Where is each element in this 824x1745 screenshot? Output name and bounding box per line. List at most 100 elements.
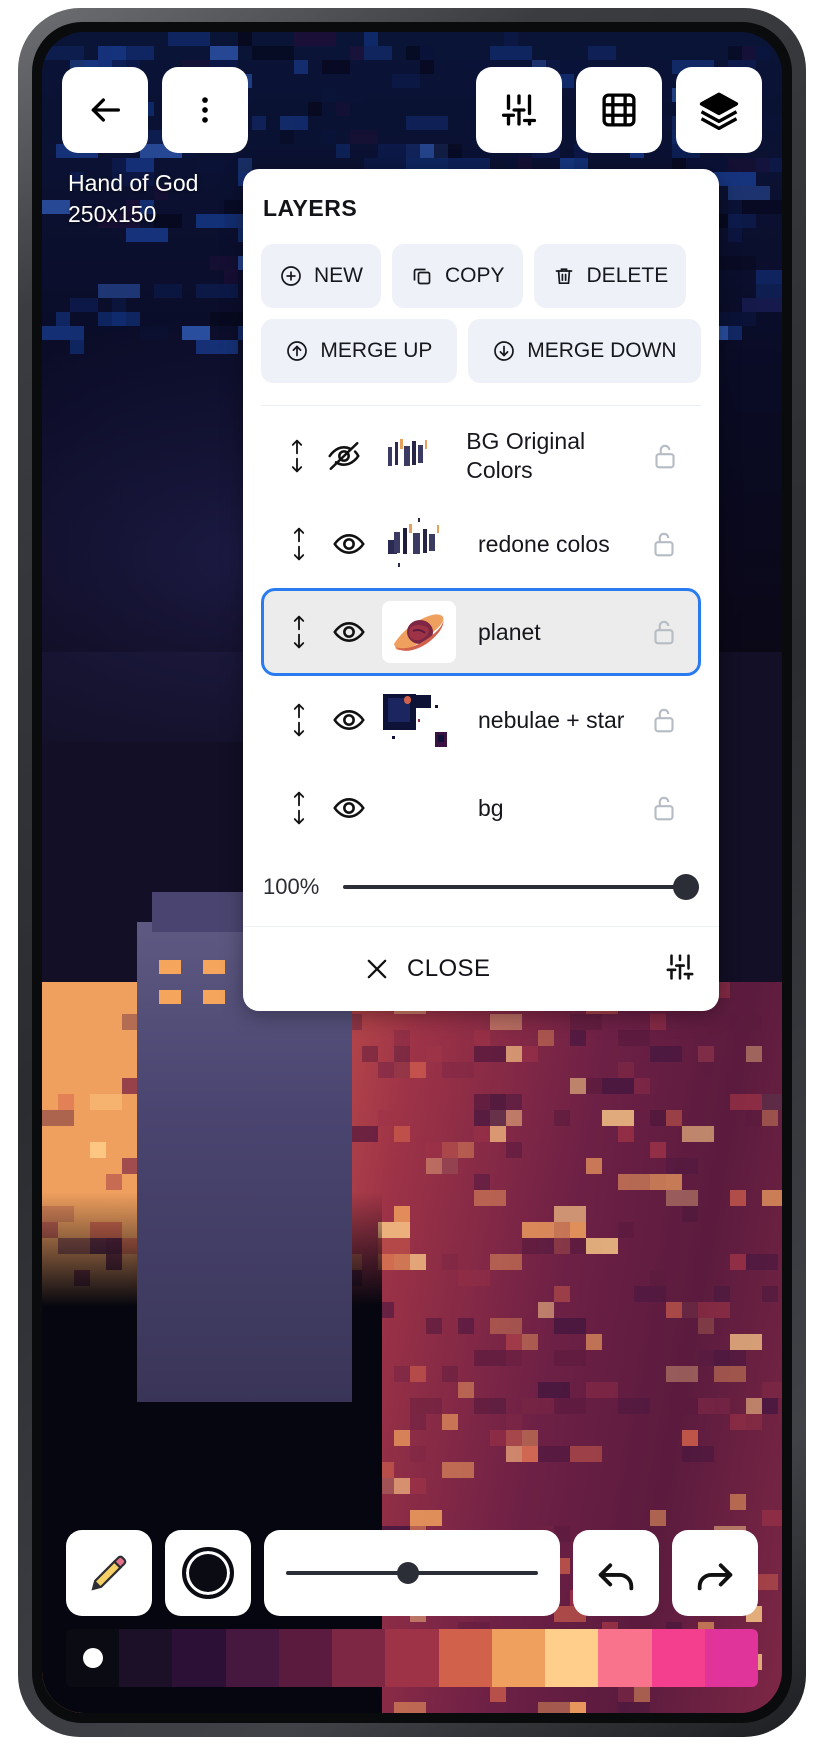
- current-color-swatch[interactable]: [182, 1547, 234, 1599]
- copy-icon: [413, 268, 431, 285]
- layer-list: BG Original Colors redone colos planet n…: [243, 406, 719, 852]
- up-down-arrows-icon: [293, 615, 305, 649]
- arrow-up-circle-icon: [287, 341, 308, 361]
- layer-thumbnail: [375, 425, 444, 487]
- adjustments-button[interactable]: [476, 67, 562, 153]
- layer-name: redone colos: [478, 530, 610, 557]
- undo-arrow-icon: [598, 1563, 634, 1591]
- trash-icon: [555, 268, 572, 285]
- layer-row[interactable]: nebulae + star: [261, 676, 701, 764]
- opacity-value-label: 100%: [263, 874, 320, 899]
- opacity-slider-knob[interactable]: [673, 874, 699, 900]
- unlock-icon: [654, 796, 674, 821]
- layer-row-selected[interactable]: planet: [261, 588, 701, 676]
- active-swatch-indicator: [82, 1648, 103, 1668]
- layer-thumbnail: [382, 601, 456, 663]
- bottom-toolbar: [42, 1530, 782, 1616]
- palette-swatch[interactable]: [278, 1629, 333, 1687]
- up-down-arrows-icon: [293, 703, 305, 737]
- film-strip-icon: [602, 93, 636, 127]
- delete-layer-button[interactable]: DELETE: [533, 244, 687, 308]
- layer-name: bg: [478, 794, 504, 821]
- new-layer-button[interactable]: NEW: [261, 244, 381, 308]
- eye-icon: [333, 534, 365, 554]
- unlock-icon: [654, 708, 674, 733]
- palette-swatch[interactable]: [704, 1629, 759, 1687]
- eye-icon: [333, 622, 365, 642]
- layer-lock-toggle[interactable]: [645, 441, 686, 471]
- layer-lock-toggle[interactable]: [642, 705, 686, 735]
- eye-off-icon: [328, 441, 360, 471]
- merge-up-button[interactable]: MERGE UP: [261, 319, 457, 383]
- layers-button[interactable]: [676, 67, 762, 153]
- brush-size-slider[interactable]: [264, 1530, 560, 1616]
- layer-row[interactable]: redone colos: [261, 500, 701, 588]
- panel-title: LAYERS: [263, 195, 358, 221]
- layer-visibility-toggle[interactable]: [322, 790, 376, 826]
- layer-row[interactable]: bg: [261, 764, 701, 852]
- undo-button[interactable]: [573, 1530, 659, 1616]
- layer-reorder-handle[interactable]: [276, 702, 322, 738]
- artwork-dimensions: 250x150: [68, 201, 157, 227]
- layer-visibility-toggle[interactable]: [322, 526, 376, 562]
- app-screen: Hand of God 250x150 LAYERS NEW COPY DELE…: [42, 32, 782, 1713]
- thumbnail-pixels: [375, 425, 444, 487]
- palette-swatch[interactable]: [598, 1629, 652, 1687]
- layer-visibility-toggle[interactable]: [319, 438, 369, 474]
- opacity-slider[interactable]: [343, 874, 699, 900]
- color-palette: [42, 1629, 782, 1687]
- brush-size-knob[interactable]: [396, 1562, 419, 1584]
- plus-circle-icon: [281, 266, 301, 286]
- redo-button[interactable]: [672, 1530, 758, 1616]
- color-picker-button[interactable]: [165, 1530, 251, 1616]
- copy-layer-button[interactable]: COPY: [392, 244, 523, 308]
- up-down-arrows-icon: [292, 439, 303, 473]
- layer-visibility-toggle[interactable]: [322, 702, 376, 738]
- more-vertical-icon: [202, 97, 208, 123]
- panel-footer: CLOSE: [243, 927, 719, 1011]
- palette-swatch[interactable]: [225, 1629, 279, 1687]
- unlock-icon: [654, 532, 674, 557]
- thumbnail-pixels: [382, 513, 456, 575]
- palette-swatch[interactable]: [385, 1629, 439, 1687]
- close-label: CLOSE: [407, 955, 491, 982]
- layer-lock-toggle[interactable]: [642, 529, 686, 559]
- palette-swatch[interactable]: [545, 1629, 599, 1687]
- layer-reorder-handle[interactable]: [276, 438, 319, 474]
- layer-lock-toggle[interactable]: [642, 617, 686, 647]
- palette-swatch[interactable]: [651, 1629, 705, 1687]
- layer-name: BG Original Colors: [466, 428, 586, 483]
- layers-panel: LAYERS NEW COPY DELETE MERGE UP MERGE DO…: [243, 169, 719, 1011]
- layer-settings-button[interactable]: [663, 950, 697, 989]
- phone-frame: Hand of God 250x150 LAYERS NEW COPY DELE…: [18, 8, 806, 1737]
- merge-down-button[interactable]: MERGE DOWN: [467, 319, 701, 383]
- merge-down-label: MERGE DOWN: [527, 339, 677, 362]
- palette-swatch[interactable]: [172, 1629, 226, 1687]
- delete-layer-label: DELETE: [586, 264, 669, 287]
- palette-swatch-active[interactable]: [66, 1629, 120, 1687]
- layer-reorder-handle[interactable]: [276, 526, 322, 562]
- palette-swatch[interactable]: [438, 1629, 492, 1687]
- more-menu-button[interactable]: [162, 67, 248, 153]
- layer-reorder-handle[interactable]: [276, 614, 322, 650]
- brush-size-track[interactable]: [286, 1562, 538, 1584]
- layer-row[interactable]: BG Original Colors: [261, 412, 701, 500]
- close-button[interactable]: CLOSE: [363, 955, 490, 983]
- layer-thumbnail-empty: [382, 777, 456, 839]
- back-button[interactable]: [62, 67, 148, 153]
- palette-swatch[interactable]: [332, 1629, 386, 1687]
- palette-swatch[interactable]: [119, 1629, 173, 1687]
- frames-button[interactable]: [576, 67, 662, 153]
- eye-icon: [333, 710, 365, 730]
- canvas-tower-window: [203, 990, 225, 1004]
- pencil-tool-button[interactable]: [66, 1530, 152, 1616]
- layer-reorder-handle[interactable]: [276, 790, 322, 826]
- canvas-tower-window: [203, 960, 225, 974]
- new-layer-label: NEW: [314, 264, 363, 287]
- artwork-info: Hand of God 250x150: [68, 168, 198, 230]
- layer-lock-toggle[interactable]: [642, 793, 686, 823]
- palette-swatch[interactable]: [491, 1629, 546, 1687]
- arrow-down-circle-icon: [494, 341, 515, 361]
- layer-visibility-toggle[interactable]: [322, 614, 376, 650]
- sliders-icon: [501, 94, 537, 126]
